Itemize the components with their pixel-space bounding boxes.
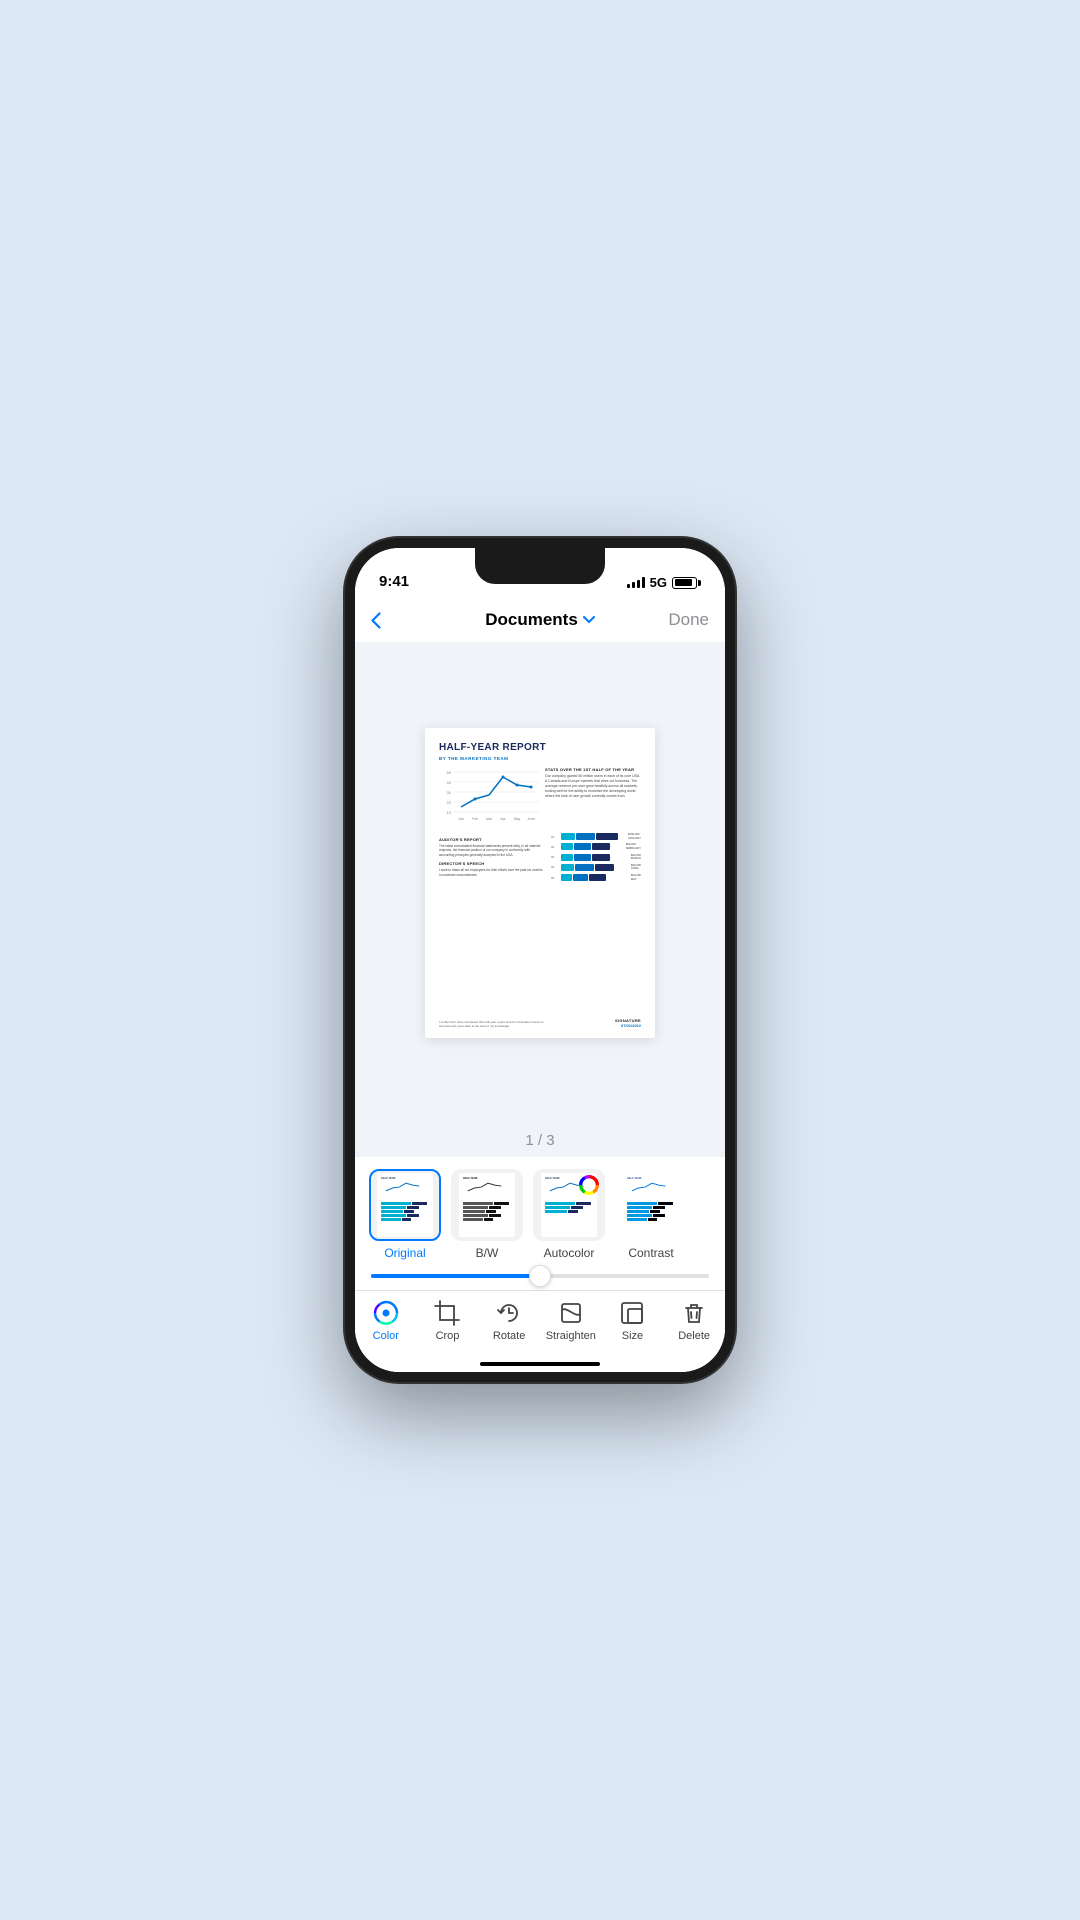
- filter-bw[interactable]: HALF-YEAR: [451, 1169, 523, 1260]
- signal-icon: [627, 577, 645, 588]
- nav-title[interactable]: Documents: [485, 610, 595, 630]
- doc-footer: I certify that I have completed this hal…: [439, 1018, 641, 1028]
- status-icons: 5G: [627, 575, 701, 590]
- svg-text:50: 50: [447, 770, 452, 775]
- filter-label-autocolor: Autocolor: [544, 1246, 595, 1260]
- svg-text:May: May: [514, 817, 521, 821]
- stats-title: STATS OVER THE 1ST HALF OF THE YEAR: [545, 767, 641, 772]
- page-counter: 1 / 3: [355, 1124, 725, 1157]
- filter-autocolor[interactable]: HALF-YEAR: [533, 1169, 605, 1260]
- filter-label-contrast: Contrast: [628, 1246, 673, 1260]
- svg-text:40: 40: [447, 780, 452, 785]
- signature-area: SIGNATURE 07/01/2022: [615, 1018, 641, 1028]
- color-wheel-icon: [579, 1175, 599, 1195]
- crop-icon: [433, 1299, 461, 1327]
- rotate-icon: [495, 1299, 523, 1327]
- svg-text:30: 30: [447, 790, 452, 795]
- tool-color[interactable]: Color: [359, 1299, 413, 1342]
- filter-thumb-autocolor: HALF-YEAR: [533, 1169, 605, 1241]
- trash-icon: [680, 1299, 708, 1327]
- svg-text:20: 20: [447, 800, 452, 805]
- filter-thumb-contrast: HALF-YEAR: [615, 1169, 687, 1241]
- doc-stats-area: STATS OVER THE 1ST HALF OF THE YEAR Our …: [545, 767, 641, 827]
- svg-text:June: June: [527, 817, 535, 821]
- filter-strip: HALF-YEAR: [355, 1157, 725, 1270]
- line-chart-area: 50 40 30 20 10 Jan Feb Mar Apr May June: [439, 767, 539, 827]
- doc-left-sections: AUDITOR'S REPORT The latest consolidated…: [439, 833, 545, 884]
- director-title: DIRECTOR'S SPEECH: [439, 861, 545, 866]
- slider-fill: [371, 1274, 540, 1278]
- bar-chart-area: 01 $100,000JANUARY 02: [551, 833, 641, 884]
- slider-track[interactable]: [371, 1274, 709, 1278]
- svg-text:Jan: Jan: [458, 817, 464, 821]
- tool-rotate[interactable]: Rotate: [482, 1299, 536, 1342]
- tool-label-delete: Delete: [678, 1330, 710, 1342]
- tool-label-straighten: Straighten: [546, 1330, 596, 1342]
- back-button[interactable]: [371, 612, 431, 629]
- director-text: I want to thank all our employees for th…: [439, 868, 545, 877]
- battery-icon: [672, 577, 701, 589]
- color-icon: [372, 1299, 400, 1327]
- document-page: HALF-YEAR REPORT BY THE MARKETING TEAM: [425, 728, 655, 1038]
- line-chart-svg: 50 40 30 20 10 Jan Feb Mar Apr May June: [439, 767, 539, 822]
- svg-text:Apr: Apr: [500, 817, 506, 821]
- done-button[interactable]: Done: [649, 610, 709, 630]
- main-content: HALF-YEAR REPORT BY THE MARKETING TEAM: [355, 642, 725, 1372]
- nav-bar: Documents Done: [355, 598, 725, 642]
- status-time: 9:41: [379, 573, 409, 590]
- svg-text:10: 10: [447, 810, 452, 815]
- straighten-icon: [557, 1299, 585, 1327]
- tool-label-rotate: Rotate: [493, 1330, 525, 1342]
- tool-straighten[interactable]: Straighten: [544, 1299, 598, 1342]
- auditor-text: The latest consolidated financial statem…: [439, 844, 545, 857]
- chevron-down-icon: [583, 616, 595, 624]
- tool-label-color: Color: [373, 1330, 399, 1342]
- filter-contrast[interactable]: HALF-YEAR: [615, 1169, 687, 1260]
- cert-text: I certify that I have completed this hal…: [439, 1020, 549, 1028]
- size-icon: [618, 1299, 646, 1327]
- document-area: HALF-YEAR REPORT BY THE MARKETING TEAM: [355, 642, 725, 1124]
- tool-delete[interactable]: Delete: [667, 1299, 721, 1342]
- tool-crop[interactable]: Crop: [420, 1299, 474, 1342]
- phone-frame: 9:41 5G Documents: [345, 538, 735, 1382]
- tool-label-size: Size: [622, 1330, 643, 1342]
- toolbar: Color Crop: [355, 1290, 725, 1362]
- stats-text: Our company gained 50 million users in e…: [545, 774, 641, 798]
- filter-label-bw: B/W: [476, 1246, 499, 1260]
- doc-subtitle: BY THE MARKETING TEAM: [439, 756, 641, 761]
- notch: [475, 548, 605, 584]
- svg-text:Mar: Mar: [486, 817, 493, 821]
- tool-size[interactable]: Size: [605, 1299, 659, 1342]
- svg-text:Feb: Feb: [472, 817, 478, 821]
- home-indicator: [480, 1362, 600, 1366]
- network-label: 5G: [650, 575, 667, 590]
- bottom-panel: HALF-YEAR: [355, 1157, 725, 1372]
- doc-title: HALF-YEAR REPORT: [439, 742, 641, 754]
- filter-thumb-bw: HALF-YEAR: [451, 1169, 523, 1241]
- slider-container[interactable]: [355, 1270, 725, 1290]
- tool-label-crop: Crop: [436, 1330, 460, 1342]
- slider-thumb[interactable]: [529, 1265, 551, 1287]
- filter-thumb-original: HALF-YEAR: [369, 1169, 441, 1241]
- filter-label-original: Original: [384, 1246, 425, 1260]
- filter-original[interactable]: HALF-YEAR: [369, 1169, 441, 1260]
- auditor-title: AUDITOR'S REPORT: [439, 837, 545, 842]
